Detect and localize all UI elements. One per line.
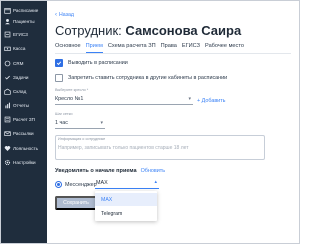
tabs: Основное Прием Схема расчета ЗП Права ЕГ… <box>55 43 249 53</box>
notify-section-header: Уведомлять о начале приема Обновить <box>55 168 165 174</box>
settings-icon <box>3 158 12 167</box>
warehouse-icon <box>3 87 12 96</box>
sidebar-item-crm[interactable]: CRM <box>1 57 47 69</box>
sidebar-item-label: Пациенты <box>13 18 35 24</box>
main-content: ‹ Назад Сотрудник: Самсонова Саира Основ… <box>47 1 299 243</box>
sidebar-item-label: Касса <box>13 45 26 51</box>
dropdown-option-telegram[interactable]: Telegram <box>95 207 157 220</box>
sidebar-item-label: Рассылки <box>13 130 34 136</box>
tab-workplace[interactable]: Рабочее место <box>205 43 244 53</box>
chevron-up-icon: ▴ <box>154 179 157 185</box>
page-title: Сотрудник: Самсонова Саира <box>55 23 241 38</box>
chevron-down-icon: ▾ <box>188 96 191 102</box>
sidebar-item-cash[interactable]: Касса <box>1 42 47 54</box>
messenger-radio[interactable] <box>55 181 62 188</box>
patients-icon <box>3 17 12 26</box>
tabs-divider <box>55 53 291 54</box>
chevron-left-icon: ‹ <box>55 12 57 18</box>
employee-name: Самсонова Саира <box>125 23 242 38</box>
calendar-icon <box>3 6 12 15</box>
messenger-select-value: MAX <box>96 180 108 186</box>
sidebar-item-warehouse[interactable]: Склад <box>1 85 47 97</box>
sidebar-item-label: CRM <box>13 60 24 66</box>
page-title-prefix: Сотрудник: <box>55 23 122 38</box>
sidebar-item-label: Задачи <box>13 74 29 80</box>
messenger-radio-label: Мессенджер <box>65 181 97 188</box>
tab-rights[interactable]: Права <box>161 43 177 53</box>
grid-step-label: Шаг сетки <box>55 112 73 116</box>
tab-egisz[interactable]: ЕГИСЗ <box>182 43 200 53</box>
crm-icon <box>3 59 12 68</box>
egisz-icon <box>3 30 12 39</box>
salary-icon <box>3 115 12 124</box>
forbid-other-cabinets-checkbox[interactable] <box>55 74 63 82</box>
forbid-other-cabinets-row: Запретить ставить сотрудника в другие ка… <box>55 74 227 82</box>
back-link-label: Назад <box>59 12 74 18</box>
tasks-icon <box>3 73 12 82</box>
employee-info-textarea[interactable]: Информация о сотруднике Например, записы… <box>55 135 265 160</box>
refresh-link[interactable]: Обновить <box>141 168 165 174</box>
dropdown-option-max[interactable]: MAX <box>95 193 157 206</box>
show-in-schedule-row: Выводить в расписании <box>55 59 128 67</box>
check-icon <box>56 61 62 66</box>
messenger-dropdown: MAX Telegram <box>95 191 157 221</box>
sidebar-item-label: Расписание <box>13 7 39 13</box>
add-cabinet-link[interactable]: + Добавить <box>197 98 225 104</box>
forbid-other-cabinets-label: Запретить ставить сотрудника в другие ка… <box>68 75 228 81</box>
show-in-schedule-label: Выводить в расписании <box>68 60 128 66</box>
sidebar-item-loyalty[interactable]: Лояльность <box>1 142 47 154</box>
tab-reception[interactable]: Прием <box>85 43 103 53</box>
cabinet-select[interactable]: Выберите кресло * Кресло №1 ▾ <box>55 88 193 105</box>
sidebar: Расписание Пациенты ЕГИСЗ Касса CRM Зада… <box>1 1 47 243</box>
cabinet-select-value: Кресло №1 <box>55 96 84 102</box>
notify-title: Уведомлять о начале приема <box>55 168 137 174</box>
grid-step-value: 1 час <box>55 120 68 126</box>
sidebar-item-mailing[interactable]: Рассылки <box>1 127 47 139</box>
sidebar-item-label: Настройки <box>13 159 36 165</box>
loyalty-icon <box>3 144 12 153</box>
sidebar-item-label: Лояльность <box>13 145 39 151</box>
messenger-select[interactable]: MAX ▴ <box>95 177 159 189</box>
employee-info-placeholder: Например, записывать только пациентов ст… <box>58 145 189 151</box>
sidebar-item-label: Склад <box>13 88 27 94</box>
save-button[interactable]: Сохранить <box>55 196 97 210</box>
cabinet-select-label: Выберите кресло * <box>55 88 89 92</box>
sidebar-item-settings[interactable]: Настройки <box>1 156 47 168</box>
sidebar-item-reports[interactable]: Отчеты <box>1 99 47 111</box>
sidebar-item-label: Отчеты <box>13 102 29 108</box>
sidebar-item-label: Расчет ЗП <box>13 116 35 122</box>
grid-step-select[interactable]: Шаг сетки 1 час ▾ <box>55 112 105 129</box>
back-link[interactable]: ‹ Назад <box>55 12 74 18</box>
chevron-down-icon: ▾ <box>100 120 103 126</box>
cash-icon <box>3 44 12 53</box>
sidebar-item-salary[interactable]: Расчет ЗП <box>1 113 47 125</box>
messenger-radio-row: Мессенджер <box>55 181 97 188</box>
sidebar-item-patients[interactable]: Пациенты <box>1 15 47 27</box>
sidebar-item-tasks[interactable]: Задачи <box>1 71 47 83</box>
tab-salary-scheme[interactable]: Схема расчета ЗП <box>108 43 156 53</box>
sidebar-item-egisz[interactable]: ЕГИСЗ <box>1 28 47 40</box>
show-in-schedule-checkbox[interactable] <box>55 59 63 67</box>
app-window: Расписание Пациенты ЕГИСЗ Касса CRM Зада… <box>0 0 300 244</box>
employee-info-label: Информация о сотруднике <box>58 137 106 141</box>
mailing-icon <box>3 129 12 138</box>
tab-main[interactable]: Основное <box>55 43 81 53</box>
reports-icon <box>3 101 12 110</box>
sidebar-item-label: ЕГИСЗ <box>13 31 28 37</box>
